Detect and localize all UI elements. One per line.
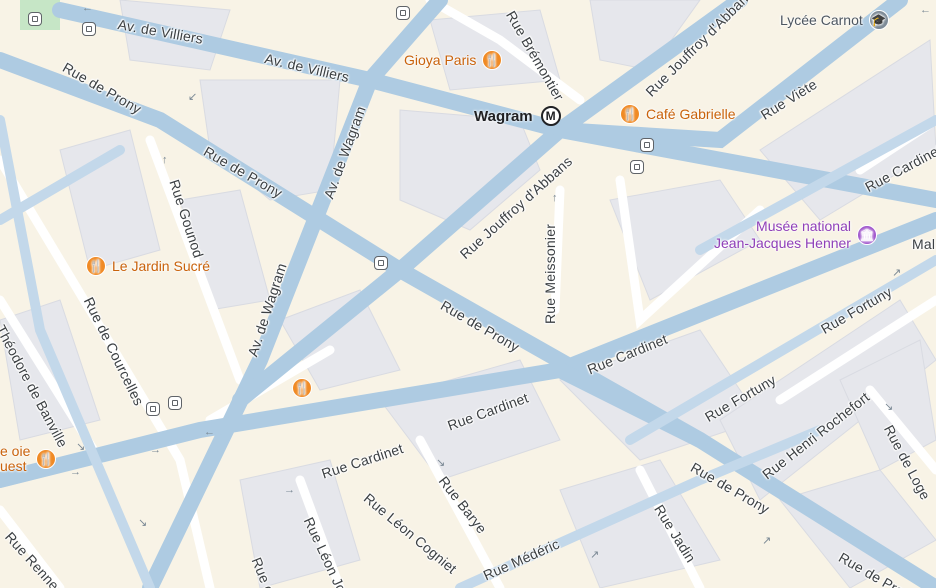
- one-way-arrow-icon: ↙: [188, 91, 198, 103]
- museum-label-line2: Jean-Jacques Henner: [714, 235, 851, 251]
- one-way-arrow-icon: ←: [920, 4, 931, 16]
- one-way-arrow-icon: →: [284, 484, 295, 496]
- poi-lycee-carnot[interactable]: Lycée Carnot 🎓: [780, 10, 889, 30]
- one-way-arrow-icon: ↗: [762, 535, 772, 547]
- museum-icon: 🏛: [856, 225, 877, 245]
- one-way-arrow-icon: ↑: [162, 154, 168, 166]
- metro-icon: M: [540, 106, 561, 126]
- lycee-carnot-label: Lycée Carnot: [780, 12, 863, 28]
- oie-label-line1: e oie: [0, 443, 31, 459]
- school-icon: 🎓: [868, 10, 889, 30]
- one-way-arrow-icon: ↑: [552, 192, 558, 204]
- one-way-arrow-icon: →: [70, 466, 81, 478]
- fork-knife-icon: 🍴: [86, 256, 106, 276]
- one-way-arrow-icon: ←: [204, 426, 215, 438]
- fork-knife-icon: 🍴: [36, 449, 57, 469]
- edge-place-label: Mal: [912, 236, 936, 252]
- metro-station-label: Wagram: [474, 107, 533, 125]
- bus-stop-icon[interactable]: [146, 402, 160, 416]
- poi-unnamed-restaurant[interactable]: 🍴: [292, 378, 312, 398]
- poi-gioya-paris[interactable]: Gioya Paris 🍴: [404, 50, 503, 70]
- bus-stop-icon[interactable]: [630, 160, 644, 174]
- museum-label-line1: Musée national: [756, 218, 851, 234]
- poi-cafe-gabrielle[interactable]: 🍴 Café Gabrielle: [620, 104, 736, 124]
- oie-label-line2: uest: [0, 458, 27, 474]
- one-way-arrow-icon: ↗: [590, 549, 600, 561]
- gioya-paris-label: Gioya Paris: [404, 52, 477, 68]
- bus-stop-icon[interactable]: [168, 396, 182, 410]
- cafe-gabrielle-label: Café Gabrielle: [646, 106, 736, 122]
- one-way-arrow-icon: ↘: [436, 457, 446, 469]
- fork-knife-icon: 🍴: [482, 50, 503, 70]
- poi-le-jardin-sucre[interactable]: 🍴 Le Jardin Sucré: [86, 256, 210, 276]
- one-way-arrow-icon: ↘: [76, 441, 86, 453]
- le-jardin-sucre-label: Le Jardin Sucré: [112, 258, 211, 274]
- poi-oie-ouest[interactable]: e oie uest 🍴: [0, 443, 57, 474]
- one-way-arrow-icon: →: [150, 444, 161, 456]
- map-canvas[interactable]: Av. de Villiers Av. de Villiers Rue de P…: [0, 0, 936, 588]
- bus-stop-icon[interactable]: [640, 138, 654, 152]
- bus-stop-icon[interactable]: [28, 12, 42, 26]
- bus-stop-icon[interactable]: [374, 256, 388, 270]
- one-way-arrow-icon: ←: [82, 2, 93, 14]
- one-way-arrow-icon: ↘: [884, 401, 894, 413]
- bus-stop-icon[interactable]: [396, 6, 410, 20]
- fork-knife-icon: 🍴: [292, 378, 312, 398]
- metro-station-wagram[interactable]: Wagram M: [474, 106, 561, 126]
- fork-knife-icon: 🍴: [620, 104, 640, 124]
- one-way-arrow-icon: ↘: [138, 517, 148, 529]
- poi-musee-henner[interactable]: Musée national Jean-Jacques Henner 🏛: [714, 218, 877, 252]
- bus-stop-icon[interactable]: [82, 22, 96, 36]
- street-label: Rue Meissonier: [542, 223, 558, 324]
- one-way-arrow-icon: ↗: [892, 267, 902, 279]
